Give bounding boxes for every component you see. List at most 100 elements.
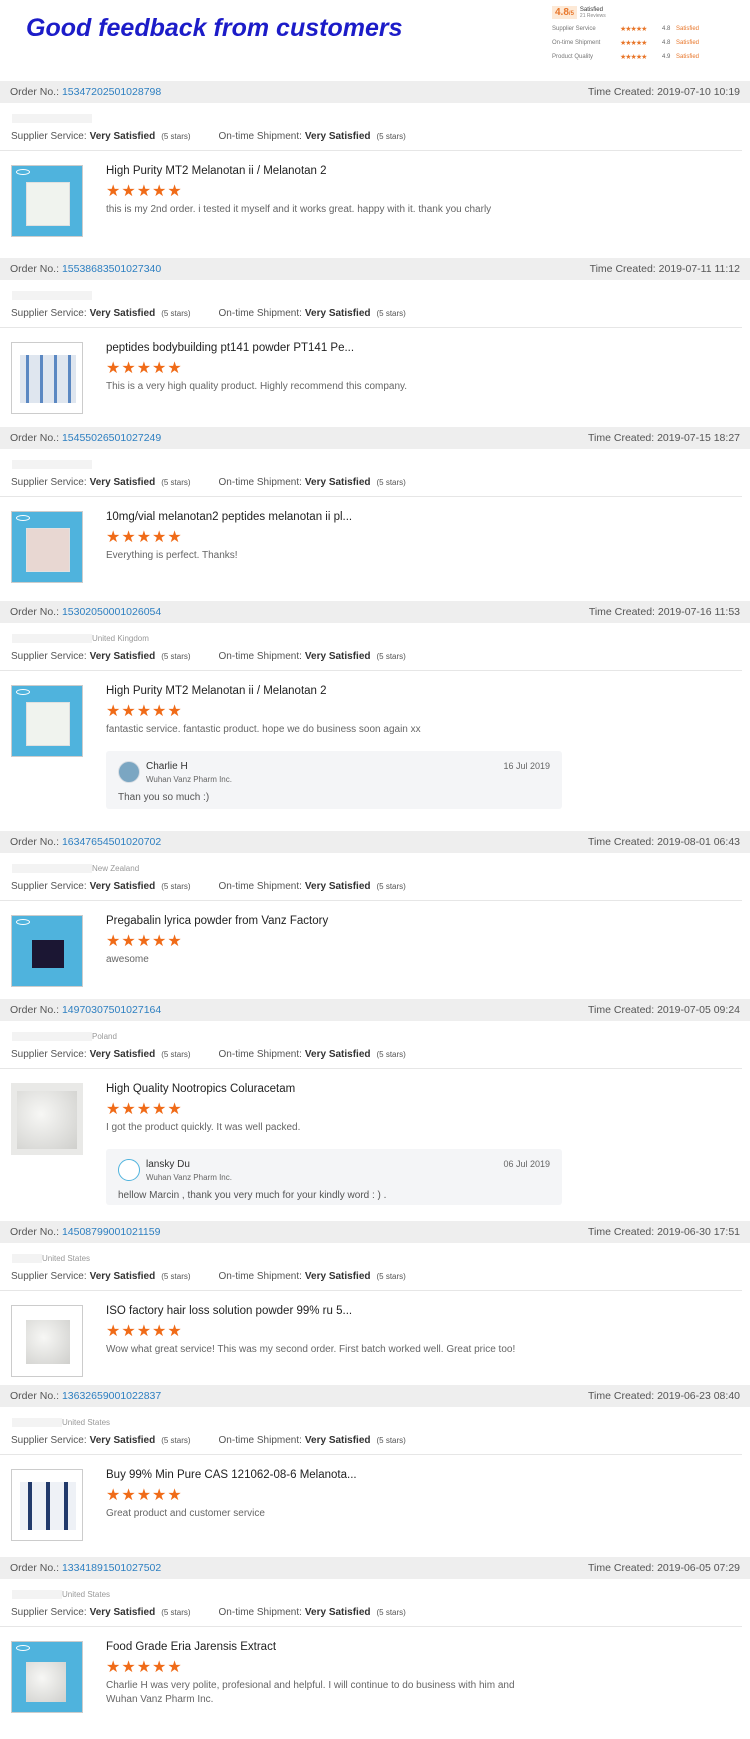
buyer-info bbox=[0, 103, 750, 123]
brand-logo-icon bbox=[16, 1645, 30, 1651]
review-comment: Great product and customer service bbox=[106, 1508, 265, 1519]
buyer-name-blurred bbox=[12, 634, 92, 643]
product-thumbnail[interactable] bbox=[11, 342, 83, 414]
product-title-link[interactable]: ISO factory hair loss solution powder 99… bbox=[106, 1305, 750, 1323]
order-card: Order No.: 14970307501027164 Time Create… bbox=[0, 999, 750, 1205]
service-ratings: Supplier Service: Very Satisfied (5 stars)… bbox=[0, 1263, 742, 1291]
reply-text: hellow Marcin , thank you very much for … bbox=[118, 1190, 387, 1201]
order-number-link[interactable]: 16347654501020702 bbox=[62, 836, 161, 848]
product-title-link[interactable]: 10mg/vial melanotan2 peptides melanotan … bbox=[106, 511, 750, 529]
service-ratings: Supplier Service: Very Satisfied (5 stars)… bbox=[0, 1041, 742, 1069]
time-created: Time Created: 2019-07-15 18:27 bbox=[588, 432, 740, 444]
time-created: Time Created: 2019-08-01 06:43 bbox=[588, 836, 740, 848]
time-created: Time Created: 2019-07-10 10:19 bbox=[588, 86, 740, 98]
score-label: Satisfied bbox=[579, 6, 603, 13]
order-card: Order No.: 15347202501028798 Time Create… bbox=[0, 81, 750, 237]
buyer-name-blurred bbox=[12, 1418, 62, 1427]
avatar bbox=[118, 761, 140, 783]
product-title-link[interactable]: High Purity MT2 Melanotan ii / Melanotan… bbox=[106, 685, 750, 703]
product-title-link[interactable]: Buy 99% Min Pure CAS 121062-08-6 Melanot… bbox=[106, 1469, 750, 1487]
time-created: Time Created: 2019-06-30 17:51 bbox=[588, 1226, 740, 1238]
order-bar: Order No.: 13341891501027502 Time Create… bbox=[0, 1557, 750, 1579]
star-rating-icon: ★★★★★ bbox=[106, 183, 183, 200]
star-rating-icon: ★★★★★ bbox=[106, 1487, 183, 1504]
order-bar: Order No.: 15302050001026054 Time Create… bbox=[0, 601, 750, 623]
product-title-link[interactable]: High Quality Nootropics Coluracetam bbox=[106, 1083, 750, 1101]
review-comment: fantastic service. fantastic product. ho… bbox=[106, 724, 421, 735]
time-created: Time Created: 2019-07-16 11:53 bbox=[588, 606, 740, 618]
product-review: High Purity MT2 Melanotan ii / Melanotan… bbox=[0, 671, 750, 809]
product-thumbnail[interactable] bbox=[11, 915, 83, 987]
star-rating-icon: ★★★★★ bbox=[620, 25, 647, 33]
buyer-info bbox=[0, 280, 750, 300]
product-thumbnail[interactable] bbox=[11, 1469, 83, 1541]
buyer-info bbox=[0, 449, 750, 469]
brand-logo-icon bbox=[16, 169, 30, 175]
review-comment: Wow what great service! This was my seco… bbox=[106, 1344, 516, 1355]
order-number-link[interactable]: 13632659001022837 bbox=[62, 1390, 161, 1402]
order-number-link[interactable]: 14508799001021159 bbox=[62, 1226, 161, 1238]
product-thumbnail[interactable] bbox=[11, 1305, 83, 1377]
reply-date: 06 Jul 2019 bbox=[503, 1159, 550, 1169]
order-card: Order No.: 16347654501020702 Time Create… bbox=[0, 831, 750, 987]
product-title-link[interactable]: High Purity MT2 Melanotan ii / Melanotan… bbox=[106, 165, 750, 183]
buyer-name-blurred bbox=[12, 1254, 42, 1263]
star-rating-icon: ★★★★★ bbox=[106, 933, 183, 950]
order-bar: Order No.: 16347654501020702 Time Create… bbox=[0, 831, 750, 853]
product-review: High Quality Nootropics Coluracetam ★★★★… bbox=[0, 1069, 750, 1205]
product-title-link[interactable]: Pregabalin lyrica powder from Vanz Facto… bbox=[106, 915, 750, 933]
star-rating-icon: ★★★★★ bbox=[620, 39, 647, 47]
review-comment: I got the product quickly. It was well p… bbox=[106, 1122, 301, 1133]
rating-summary: 4.8/5 Satisfied 21 Reviews Supplier Serv… bbox=[552, 6, 732, 61]
reply-date: 16 Jul 2019 bbox=[503, 761, 550, 771]
product-thumbnail[interactable] bbox=[11, 685, 83, 757]
order-bar: Order No.: 15538683501027340 Time Create… bbox=[0, 258, 750, 280]
time-created: Time Created: 2019-07-11 11:12 bbox=[589, 263, 740, 275]
overall-score: 4.8/5 bbox=[552, 6, 577, 19]
star-rating-icon: ★★★★★ bbox=[106, 1323, 183, 1340]
time-created: Time Created: 2019-06-23 08:40 bbox=[588, 1390, 740, 1402]
buyer-name-blurred bbox=[12, 291, 92, 300]
brand-logo-icon bbox=[16, 919, 30, 925]
product-review: ISO factory hair loss solution powder 99… bbox=[0, 1291, 750, 1377]
reply-text: Than you so much :) bbox=[118, 792, 210, 803]
service-ratings: Supplier Service: Very Satisfied (5 stars)… bbox=[0, 300, 742, 328]
order-card: Order No.: 14508799001021159 Time Create… bbox=[0, 1221, 750, 1377]
product-thumbnail[interactable] bbox=[11, 511, 83, 583]
product-thumbnail[interactable] bbox=[11, 1641, 83, 1713]
product-title-link[interactable]: peptides bodybuilding pt141 powder PT141… bbox=[106, 342, 750, 360]
reply-company: Wuhan Vanz Pharm Inc. bbox=[146, 1173, 232, 1182]
reply-author: lansky Du bbox=[146, 1159, 190, 1170]
product-review: 10mg/vial melanotan2 peptides melanotan … bbox=[0, 497, 750, 583]
order-number-link[interactable]: 15347202501028798 bbox=[62, 86, 161, 98]
product-review: Buy 99% Min Pure CAS 121062-08-6 Melanot… bbox=[0, 1455, 750, 1541]
order-number-link[interactable]: 15455026501027249 bbox=[62, 432, 161, 444]
header: Good feedback from customers 4.8/5 Satis… bbox=[0, 0, 750, 84]
seller-reply: lansky Du Wuhan Vanz Pharm Inc. 06 Jul 2… bbox=[106, 1149, 562, 1205]
service-ratings: Supplier Service: Very Satisfied (5 stars)… bbox=[0, 643, 742, 671]
brand-logo-icon bbox=[16, 515, 30, 521]
order-number-link[interactable]: 15302050001026054 bbox=[62, 606, 161, 618]
order-card: Order No.: 13341891501027502 Time Create… bbox=[0, 1557, 750, 1713]
product-title-link[interactable]: Food Grade Eria Jarensis Extract bbox=[106, 1641, 750, 1659]
buyer-info: United States bbox=[0, 1243, 750, 1263]
brand-logo-icon bbox=[16, 689, 30, 695]
order-card: Order No.: 15455026501027249 Time Create… bbox=[0, 427, 750, 583]
order-number-link[interactable]: 15538683501027340 bbox=[62, 263, 161, 275]
product-thumbnail[interactable] bbox=[11, 1083, 83, 1155]
review-comment: Everything is perfect. Thanks! bbox=[106, 550, 238, 561]
seller-reply: Charlie H Wuhan Vanz Pharm Inc. 16 Jul 2… bbox=[106, 751, 562, 809]
buyer-info: United Kingdom bbox=[0, 623, 750, 643]
star-rating-icon: ★★★★★ bbox=[106, 360, 183, 377]
product-thumbnail[interactable] bbox=[11, 165, 83, 237]
order-bar: Order No.: 13632659001022837 Time Create… bbox=[0, 1385, 750, 1407]
service-ratings: Supplier Service: Very Satisfied (5 stars)… bbox=[0, 469, 742, 497]
service-ratings: Supplier Service: Very Satisfied (5 stars)… bbox=[0, 1599, 742, 1627]
buyer-name-blurred bbox=[12, 460, 92, 469]
star-rating-icon: ★★★★★ bbox=[106, 1101, 183, 1118]
buyer-info: New Zealand bbox=[0, 853, 750, 873]
avatar bbox=[118, 1159, 140, 1181]
product-review: High Purity MT2 Melanotan ii / Melanotan… bbox=[0, 151, 750, 237]
order-number-link[interactable]: 14970307501027164 bbox=[62, 1004, 161, 1016]
order-number-link[interactable]: 13341891501027502 bbox=[62, 1562, 161, 1574]
